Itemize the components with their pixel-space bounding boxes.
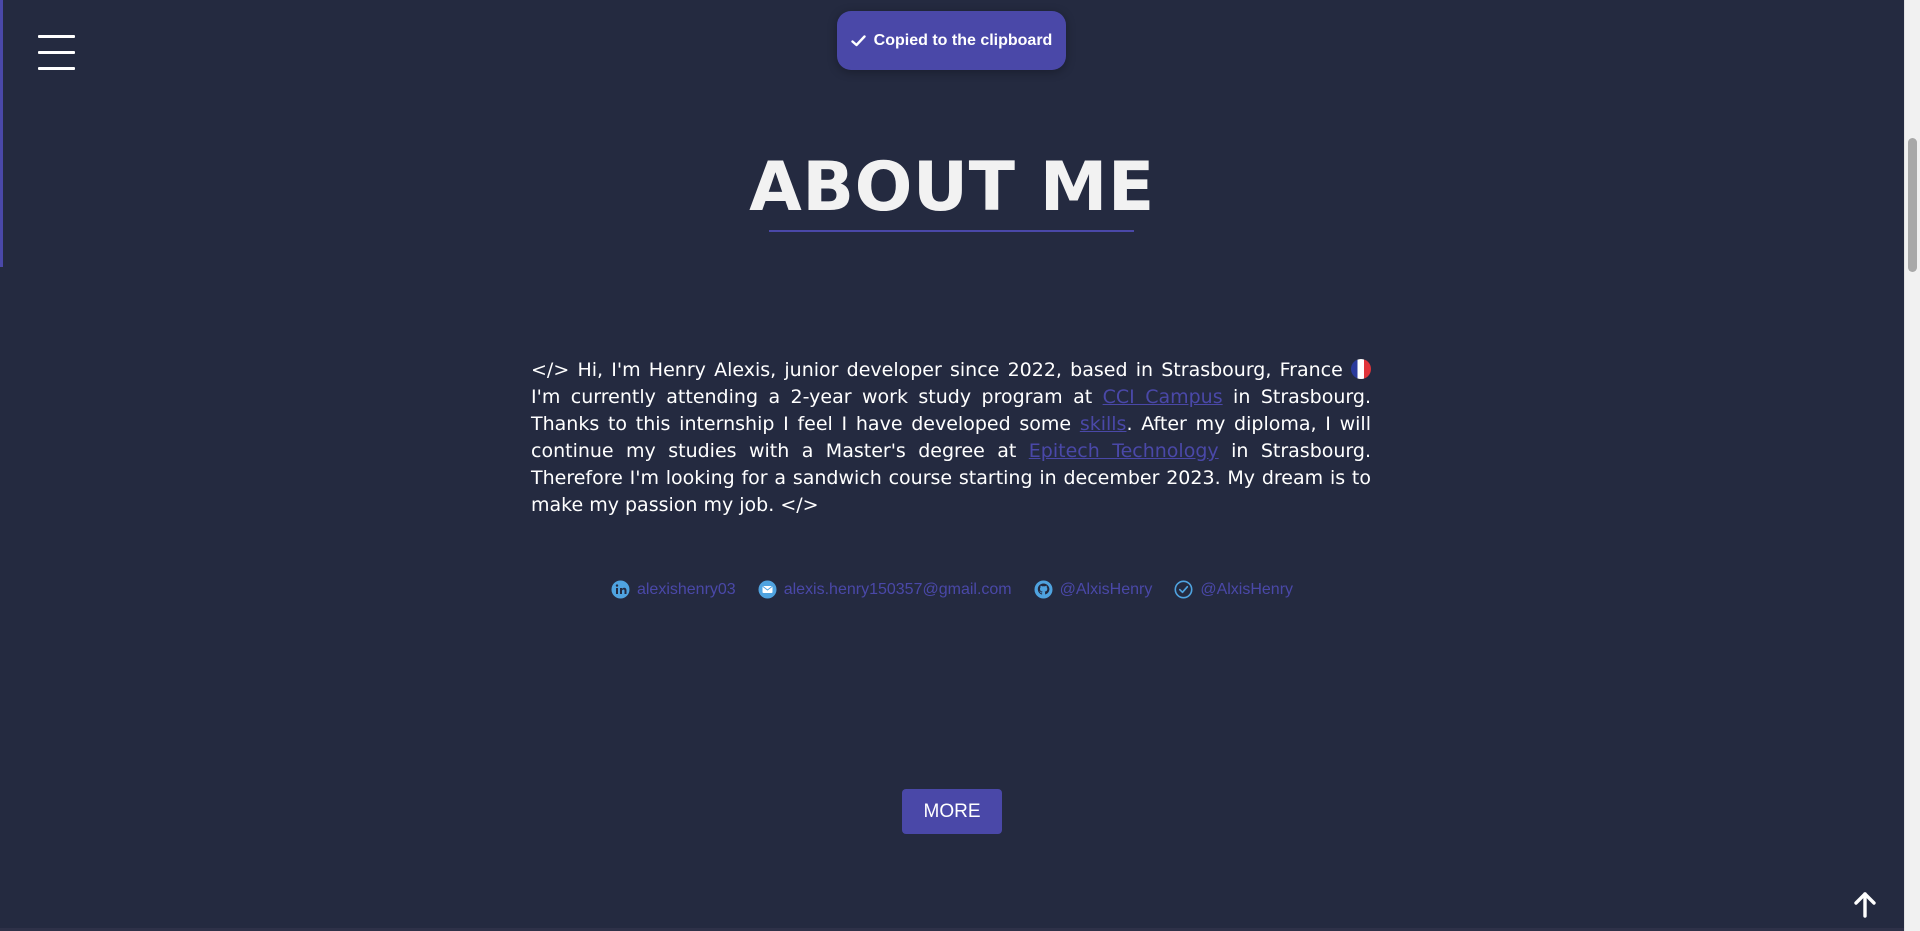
contact-email-label: alexis.henry150357@gmail.com	[783, 580, 1012, 598]
cci-campus-link[interactable]: CCI Campus	[1103, 386, 1223, 408]
scrollbar[interactable]	[1904, 0, 1920, 931]
france-flag-icon	[1351, 359, 1371, 379]
linkedin-icon	[611, 580, 630, 599]
epitech-link[interactable]: Epitech Technology	[1029, 440, 1219, 462]
clipboard-toast: Copied to the clipboard	[837, 11, 1066, 70]
contact-links: alexishenry03 alexis.henry150357@gmail.c…	[0, 580, 1904, 599]
title-underline	[769, 230, 1134, 232]
bio-text-2: I'm currently attending a 2-year work st…	[531, 386, 1103, 408]
mail-icon	[758, 580, 777, 599]
bio-text-1: </> Hi, I'm Henry Alexis, junior develop…	[531, 359, 1351, 381]
more-button[interactable]: MORE	[902, 789, 1002, 834]
contact-verified[interactable]: @AlxisHenry	[1174, 580, 1293, 599]
scrollbar-thumb[interactable]	[1908, 138, 1917, 272]
verified-icon	[1174, 580, 1193, 599]
contact-email[interactable]: alexis.henry150357@gmail.com	[758, 580, 1012, 599]
skills-link[interactable]: skills	[1080, 413, 1127, 435]
contact-linkedin-label: alexishenry03	[636, 580, 736, 598]
toast-message: Copied to the clipboard	[873, 31, 1053, 49]
github-icon	[1034, 580, 1053, 599]
bio-paragraph: </> Hi, I'm Henry Alexis, junior develop…	[531, 357, 1371, 519]
check-icon	[850, 34, 866, 46]
arrow-up-icon[interactable]	[1852, 891, 1878, 919]
hamburger-menu-icon[interactable]	[38, 35, 76, 73]
contact-github-label: @AlxisHenry	[1059, 580, 1153, 598]
page: Copied to the clipboard ABOUT ME </> Hi,…	[0, 0, 1920, 931]
contact-linkedin[interactable]: alexishenry03	[611, 580, 736, 599]
contact-verified-label: @AlxisHenry	[1200, 580, 1294, 598]
page-title: ABOUT ME	[749, 148, 1155, 227]
contact-github[interactable]: @AlxisHenry	[1034, 580, 1153, 599]
